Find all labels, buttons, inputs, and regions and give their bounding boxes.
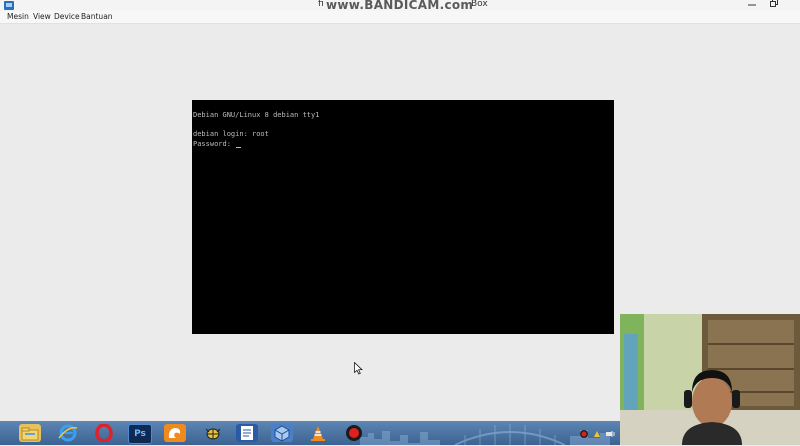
uc-browser-icon[interactable] bbox=[164, 424, 186, 442]
console-text: Debian GNU/Linux 8 debian tty1 debian lo… bbox=[193, 111, 319, 149]
record-icon[interactable] bbox=[343, 424, 365, 442]
menu-item-view[interactable]: View bbox=[33, 11, 51, 23]
squirrel-icon bbox=[168, 428, 181, 438]
folder-icon bbox=[21, 427, 39, 441]
virtualbox-icon[interactable] bbox=[271, 424, 293, 442]
console-line-1: Debian GNU/Linux 8 debian tty1 bbox=[193, 111, 320, 119]
console-line-login: debian login: root bbox=[193, 130, 269, 138]
bug-icon bbox=[205, 428, 221, 440]
console-line-password: Password: bbox=[193, 139, 236, 148]
menu-bar: Mesin View Device Bantuan bbox=[0, 11, 800, 24]
mouse-pointer-icon bbox=[354, 362, 363, 375]
opera-icon[interactable] bbox=[93, 423, 115, 443]
file-explorer-icon[interactable] bbox=[19, 424, 41, 442]
photoshop-icon[interactable]: Ps bbox=[128, 424, 152, 444]
minimize-icon bbox=[748, 4, 756, 6]
word-icon[interactable] bbox=[236, 424, 258, 442]
window-title-start: fi bbox=[318, 0, 324, 9]
vlc-icon[interactable] bbox=[307, 424, 329, 442]
menu-item-device[interactable]: Device bbox=[54, 11, 80, 23]
record-button-icon bbox=[346, 425, 362, 441]
bug-app-icon[interactable] bbox=[202, 424, 224, 442]
document-icon bbox=[241, 426, 253, 440]
opera-logo-icon bbox=[95, 423, 113, 443]
restore-icon bbox=[770, 0, 778, 7]
menu-item-mesin[interactable]: Mesin bbox=[7, 11, 29, 23]
minimize-button[interactable] bbox=[741, 0, 763, 10]
ie-logo-icon bbox=[58, 424, 78, 442]
system-tray-icons[interactable] bbox=[578, 429, 622, 439]
cube-icon bbox=[274, 425, 290, 442]
restore-button[interactable] bbox=[763, 0, 785, 10]
webcam-overlay bbox=[620, 314, 800, 445]
traffic-cone-icon bbox=[311, 426, 325, 441]
text-cursor bbox=[236, 147, 242, 148]
internet-explorer-icon[interactable] bbox=[57, 424, 79, 442]
virtualbox-app-icon bbox=[4, 1, 14, 10]
menu-item-bantuan[interactable]: Bantuan bbox=[81, 11, 113, 23]
vm-console-screen[interactable]: Debian GNU/Linux 8 debian tty1 debian lo… bbox=[192, 100, 614, 334]
window-title-end: Box bbox=[471, 0, 488, 9]
